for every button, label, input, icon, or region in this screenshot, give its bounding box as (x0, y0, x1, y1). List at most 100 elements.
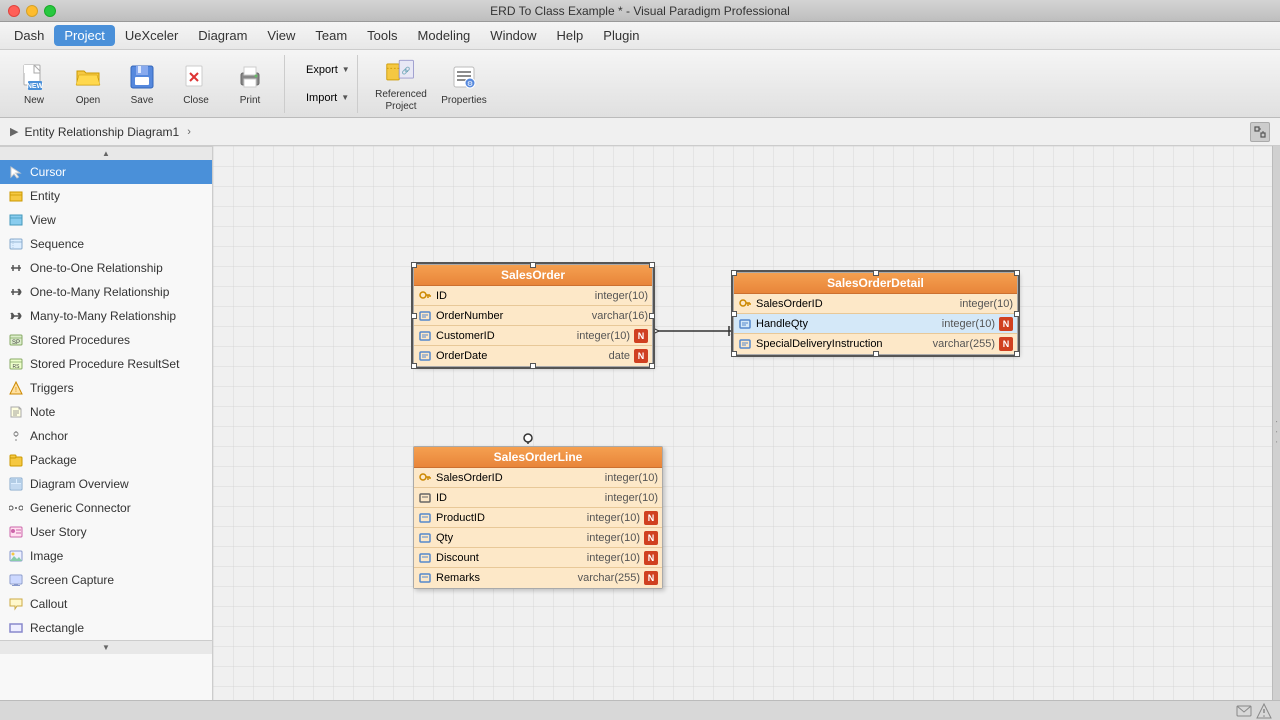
panel-item-rectangle[interactable]: Rectangle (0, 616, 212, 640)
sol-row-productid[interactable]: ProductID integer(10) N (414, 508, 662, 528)
panel-item-generic-connector[interactable]: Generic Connector (0, 496, 212, 520)
sales-order-line-header: SalesOrderLine (414, 447, 662, 468)
menu-help[interactable]: Help (547, 25, 594, 46)
panel-item-anchor[interactable]: Anchor (0, 424, 212, 448)
handle-tr[interactable] (1014, 270, 1020, 276)
print-button[interactable]: Print (224, 55, 276, 113)
handle-br[interactable] (1014, 351, 1020, 357)
field-type: integer(10) (960, 298, 1013, 310)
import-split-button[interactable]: Import ▼ (295, 85, 355, 111)
svg-text:RS: RS (13, 364, 21, 370)
panel-item-stored-proc-result[interactable]: RS Stored Procedure ResultSet (0, 352, 212, 376)
referenced-project-button[interactable]: 🔗 Referenced Project (366, 55, 436, 113)
menu-project[interactable]: Project (54, 25, 114, 46)
panel-item-note[interactable]: Note (0, 400, 212, 424)
field-name: Remarks (436, 572, 574, 584)
new-label: New (24, 95, 44, 106)
sales-order-row-customerid[interactable]: CustomerID integer(10) N (414, 326, 652, 346)
maximize-button[interactable] (44, 5, 56, 17)
panel-item-many-to-many[interactable]: Many-to-Many Relationship (0, 304, 212, 328)
close-doc-button[interactable]: Close (170, 55, 222, 113)
properties-button[interactable]: ⚙ Properties (438, 55, 490, 113)
menu-window[interactable]: Window (480, 25, 546, 46)
handle-bl[interactable] (731, 351, 737, 357)
new-button[interactable]: NEW New (8, 55, 60, 113)
handle-ml[interactable] (411, 313, 417, 319)
menu-modeling[interactable]: Modeling (408, 25, 481, 46)
sol-row-discount[interactable]: Discount integer(10) N (414, 548, 662, 568)
note-label: Note (30, 405, 55, 419)
svg-text:!: ! (15, 387, 17, 394)
menu-dash[interactable]: Dash (4, 25, 54, 46)
panel-item-stored-procedures[interactable]: SP Stored Procedures (0, 328, 212, 352)
right-resize-handle[interactable]: · · · (1272, 146, 1280, 720)
handle-bm[interactable] (873, 351, 879, 357)
menu-diagram[interactable]: Diagram (188, 25, 257, 46)
panel-item-triggers[interactable]: ! Triggers (0, 376, 212, 400)
panel-item-package[interactable]: Package (0, 448, 212, 472)
panel-item-one-to-many[interactable]: One-to-Many Relationship (0, 280, 212, 304)
notification-icon[interactable] (1256, 703, 1272, 719)
canvas-area[interactable]: SalesOrder ID integer(10) OrderNumber va… (213, 146, 1280, 720)
panel-item-cursor[interactable]: Cursor (0, 160, 212, 184)
panel-item-entity[interactable]: Entity (0, 184, 212, 208)
user-story-label: User Story (30, 525, 87, 539)
sol-row-id[interactable]: ID integer(10) (414, 488, 662, 508)
sol-row-qty[interactable]: Qty integer(10) N (414, 528, 662, 548)
menu-team[interactable]: Team (305, 25, 357, 46)
image-icon (8, 548, 24, 564)
null-badge: N (634, 349, 648, 363)
save-button[interactable]: Save (116, 55, 168, 113)
handle-mr[interactable] (649, 313, 655, 319)
menu-plugin[interactable]: Plugin (593, 25, 649, 46)
panel-item-screen-capture[interactable]: Screen Capture (0, 568, 212, 592)
panel-item-callout[interactable]: Callout (0, 592, 212, 616)
breadcrumb-diagram[interactable]: Entity Relationship Diagram1 (24, 125, 179, 139)
handle-ml[interactable] (731, 311, 737, 317)
handle-tm[interactable] (530, 262, 536, 268)
handle-tm[interactable] (873, 270, 879, 276)
handle-br[interactable] (649, 363, 655, 369)
sod-row-salesorderid[interactable]: SalesOrderID integer(10) (734, 294, 1017, 314)
panel-item-user-story[interactable]: User Story (0, 520, 212, 544)
fit-button[interactable] (1250, 122, 1270, 142)
sales-order-line-table[interactable]: SalesOrderLine SalesOrderID integer(10) … (413, 446, 663, 589)
handle-bl[interactable] (411, 363, 417, 369)
field-type: integer(10) (605, 492, 658, 504)
col-icon (738, 337, 752, 351)
open-button[interactable]: Open (62, 55, 114, 113)
sales-order-row-ordernumber[interactable]: OrderNumber varchar(16) (414, 306, 652, 326)
handle-tr[interactable] (649, 262, 655, 268)
left-panel: ▲ Cursor Entity (0, 146, 213, 720)
sol-row-salesorderid[interactable]: SalesOrderID integer(10) (414, 468, 662, 488)
menu-uexceler[interactable]: UeXceler (115, 25, 188, 46)
mail-icon[interactable] (1236, 703, 1252, 719)
status-bar (0, 700, 1280, 720)
import-label: Import (306, 92, 337, 104)
menu-tools[interactable]: Tools (357, 25, 407, 46)
null-badge: N (644, 571, 658, 585)
menu-view[interactable]: View (257, 25, 305, 46)
sales-order-detail-table[interactable]: SalesOrderDetail SalesOrderID integer(10… (733, 272, 1018, 355)
handle-bm[interactable] (530, 363, 536, 369)
panel-item-diagram-overview[interactable]: Diagram Overview (0, 472, 212, 496)
minimize-button[interactable] (26, 5, 38, 17)
handle-tl[interactable] (411, 262, 417, 268)
generic-connector-label: Generic Connector (30, 501, 131, 515)
note-icon (8, 404, 24, 420)
panel-item-one-to-one[interactable]: One-to-One Relationship (0, 256, 212, 280)
sales-order-header: SalesOrder (414, 265, 652, 286)
handle-mr[interactable] (1014, 311, 1020, 317)
panel-item-sequence[interactable]: Sequence (0, 232, 212, 256)
sales-order-table[interactable]: SalesOrder ID integer(10) OrderNumber va… (413, 264, 653, 367)
export-split-button[interactable]: Export ▼ (295, 57, 355, 83)
sol-row-remarks[interactable]: Remarks varchar(255) N (414, 568, 662, 588)
panel-item-image[interactable]: Image (0, 544, 212, 568)
scroll-up[interactable]: ▲ (0, 146, 212, 160)
scroll-down[interactable]: ▼ (0, 640, 212, 654)
close-button[interactable] (8, 5, 20, 17)
handle-tl[interactable] (731, 270, 737, 276)
sod-row-handleqty[interactable]: HandleQty integer(10) N (734, 314, 1017, 334)
sales-order-row-id[interactable]: ID integer(10) (414, 286, 652, 306)
panel-item-view[interactable]: View (0, 208, 212, 232)
